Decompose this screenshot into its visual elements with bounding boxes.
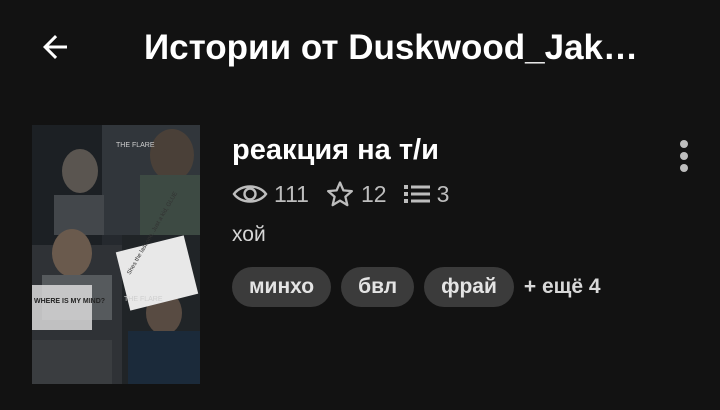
back-button[interactable] [30, 22, 80, 72]
arrow-left-icon [43, 35, 67, 59]
parts-stat: 3 [403, 180, 450, 208]
stars-stat: 12 [325, 179, 387, 209]
story-stats: 111 12 3 [232, 174, 465, 214]
story-description: хой [232, 223, 266, 246]
story-title[interactable]: реакция на т/и [232, 132, 439, 168]
page-title: Истории от Duskwood_Jak… [144, 28, 638, 67]
cover-flare-mid: THE FLARE [124, 296, 163, 303]
app-header: Истории от Duskwood_Jak… [0, 0, 720, 96]
story-card[interactable]: THE FLARE THE FLARE Shes the last one. J… [0, 120, 720, 390]
tag-chip[interactable]: фрай [424, 267, 514, 307]
cover-where: WHERE IS MY MIND? [34, 298, 105, 305]
more-vertical-icon [680, 140, 688, 172]
parts-count: 3 [436, 180, 450, 207]
story-list-screen: Истории от Duskwood_Jak… THE FLARE THE F… [0, 0, 720, 410]
stars-count: 12 [360, 180, 387, 207]
eye-icon [232, 182, 268, 206]
more-options-button[interactable] [668, 134, 700, 178]
tag-chip[interactable]: минхо [232, 267, 332, 307]
story-cover-image[interactable]: THE FLARE THE FLARE Shes the last one. J… [32, 125, 200, 384]
views-stat: 111 [232, 181, 309, 208]
views-count: 111 [274, 180, 309, 207]
tag-list: минхо бвл фрай + ещё 4 [232, 266, 601, 308]
list-icon [403, 182, 431, 206]
more-tags-link[interactable]: + ещё 4 [524, 275, 601, 299]
tag-chip[interactable]: бвл [341, 267, 415, 307]
cover-flare-top: THE FLARE [116, 142, 155, 149]
star-icon [325, 179, 355, 209]
